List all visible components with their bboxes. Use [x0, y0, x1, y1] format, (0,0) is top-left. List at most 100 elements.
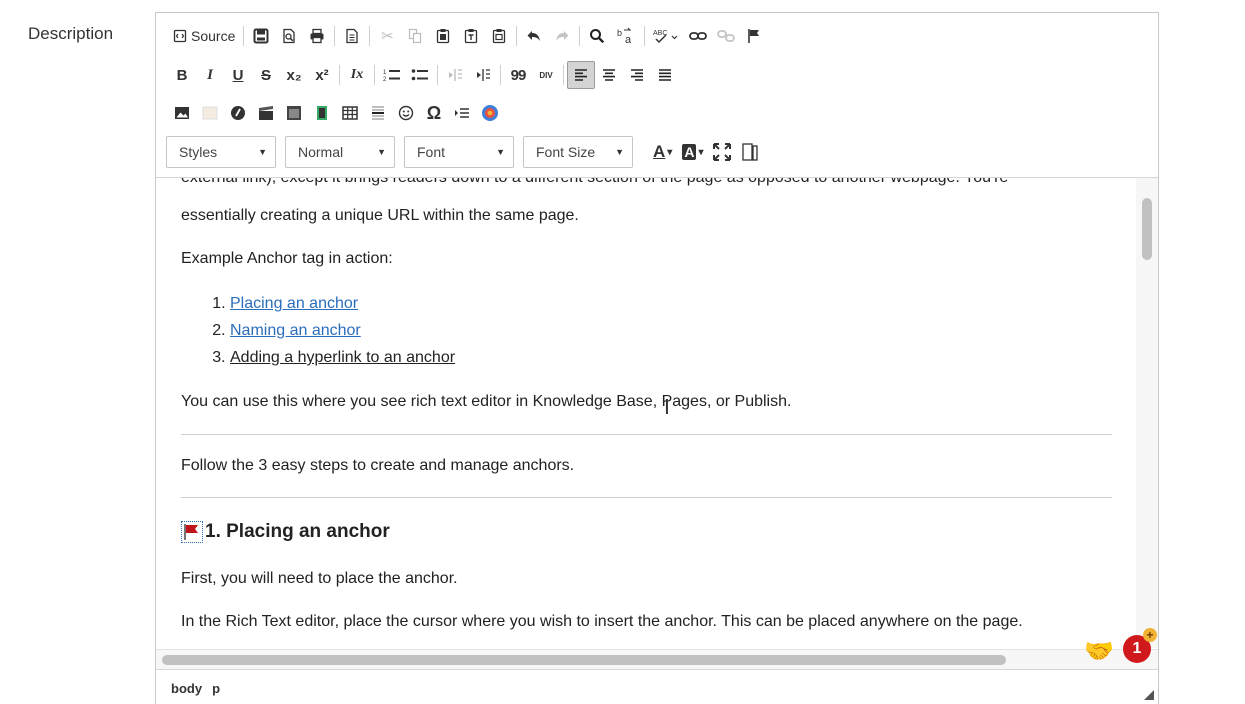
div-button[interactable]: DIV [532, 61, 560, 89]
link-button[interactable] [684, 22, 712, 50]
anchor-link-placing[interactable]: Placing an anchor [230, 295, 358, 312]
resize-handle[interactable] [1144, 690, 1154, 700]
source-button[interactable]: Source [168, 22, 240, 50]
media-button[interactable] [308, 99, 336, 127]
table-icon [342, 106, 358, 120]
blockquote-button[interactable]: 99 [504, 61, 532, 89]
anchor-list: Placing an anchor Naming an anchor Addin… [181, 290, 455, 371]
paragraph: Example Anchor tag in action: [181, 250, 393, 267]
section-heading-text: 1. Placing an anchor [205, 521, 390, 542]
cut-button[interactable]: ✂ [373, 22, 401, 50]
smiley-icon [398, 105, 414, 121]
bg-color-button[interactable]: A ▾ [677, 138, 708, 166]
remove-format-button[interactable]: Ix [343, 61, 371, 89]
bold-button[interactable]: B [168, 61, 196, 89]
text-color-button[interactable]: A ▾ [648, 138, 677, 166]
styles-select[interactable]: Styles ▼ [166, 136, 276, 168]
page-break-button[interactable] [448, 99, 476, 127]
iframe-button[interactable] [280, 99, 308, 127]
paste-icon [437, 29, 450, 44]
subscript-button[interactable]: x₂ [280, 61, 308, 89]
superscript-button[interactable]: x² [308, 61, 336, 89]
toolbar-separator [579, 26, 581, 46]
spellcheck-button[interactable]: ABC [648, 22, 684, 50]
anchor-flag-icon[interactable] [181, 521, 203, 543]
svg-text:1: 1 [383, 70, 387, 76]
underline-button[interactable]: U [224, 61, 252, 89]
bulleted-list-button[interactable] [406, 61, 434, 89]
table-button[interactable] [336, 99, 364, 127]
print-button[interactable] [303, 22, 331, 50]
align-center-button[interactable] [595, 61, 623, 89]
align-left-button[interactable] [567, 61, 595, 89]
outdent-icon [449, 69, 462, 81]
horizontal-rule-button[interactable] [364, 99, 392, 127]
preview-button[interactable] [275, 22, 303, 50]
svg-text:b: b [617, 28, 622, 38]
show-blocks-button[interactable] [736, 138, 764, 166]
anchor-link-naming[interactable]: Naming an anchor [230, 322, 361, 339]
toolbar-separator [243, 26, 245, 46]
spellcheck-icon: ABC [653, 30, 678, 44]
copy-button[interactable] [401, 22, 429, 50]
preview-icon [283, 28, 296, 44]
maximize-button[interactable] [708, 138, 736, 166]
flash-icon [202, 106, 218, 120]
unlink-button[interactable] [712, 22, 740, 50]
svg-text:2: 2 [383, 77, 387, 82]
anchor-icon [748, 29, 760, 43]
save-button[interactable] [247, 22, 275, 50]
flash-button[interactable] [196, 99, 224, 127]
unlink-icon [717, 30, 736, 42]
embed-button[interactable] [224, 99, 252, 127]
paragraph-partial: external link), except it brings readers… [181, 178, 1008, 187]
handshake-icon[interactable]: 🤝 [1084, 637, 1114, 666]
indent-button[interactable] [469, 61, 497, 89]
numbered-list-button[interactable]: 12 [378, 61, 406, 89]
strike-button[interactable]: S [252, 61, 280, 89]
format-select[interactable]: Normal ▼ [285, 136, 395, 168]
path-item-body[interactable]: body [171, 681, 202, 696]
redo-icon [556, 31, 569, 41]
rich-text-editor: Source ✂ ba ABC B I U S x₂ x² Ix 1 2 99 … [155, 12, 1159, 704]
scrollbar-thumb[interactable] [162, 655, 1006, 665]
special-char-button[interactable]: Ω [420, 99, 448, 127]
image-button[interactable] [168, 99, 196, 127]
toolbar-row-4: Styles ▼ Normal ▼ Font ▼ Font Size ▼ A ▾… [166, 135, 764, 169]
smiley-button[interactable] [392, 99, 420, 127]
vertical-scrollbar[interactable] [1136, 178, 1158, 648]
justify-button[interactable] [651, 61, 679, 89]
show-blocks-icon [742, 143, 759, 161]
font-select[interactable]: Font ▼ [404, 136, 514, 168]
widget-button[interactable] [476, 99, 504, 127]
paste-word-button[interactable] [485, 22, 513, 50]
horizontal-scrollbar[interactable] [156, 649, 1158, 670]
subscript-icon: x₂ [286, 66, 302, 84]
outdent-button[interactable] [441, 61, 469, 89]
undo-button[interactable] [520, 22, 548, 50]
toolbar-row-2: B I U S x₂ x² Ix 12 99 DIV [168, 60, 679, 90]
video-button[interactable] [252, 99, 280, 127]
toolbar-separator [500, 65, 501, 85]
toolbar-separator [374, 65, 375, 85]
toolbar-separator [644, 26, 646, 46]
font-select-value: Font [417, 144, 446, 160]
toolbar-row-1: Source ✂ ba ABC [168, 21, 768, 51]
italic-button[interactable]: I [196, 61, 224, 89]
font-size-select[interactable]: Font Size ▼ [523, 136, 633, 168]
paste-button[interactable] [429, 22, 457, 50]
replace-button[interactable]: ba [611, 22, 641, 50]
redo-button[interactable] [548, 22, 576, 50]
divider [181, 434, 1112, 435]
chevron-down-icon: ▼ [377, 147, 386, 157]
align-right-button[interactable] [623, 61, 651, 89]
anchor-link-hyperlink[interactable]: Adding a hyperlink to an anchor [230, 349, 455, 366]
anchor-button[interactable] [740, 22, 768, 50]
templates-button[interactable] [338, 22, 366, 50]
path-item-p[interactable]: p [212, 681, 220, 696]
find-button[interactable] [583, 22, 611, 50]
editor-content[interactable]: external link), except it brings readers… [156, 178, 1136, 648]
plus-icon[interactable]: + [1143, 628, 1157, 642]
scrollbar-thumb[interactable] [1142, 198, 1152, 260]
paste-text-button[interactable] [457, 22, 485, 50]
